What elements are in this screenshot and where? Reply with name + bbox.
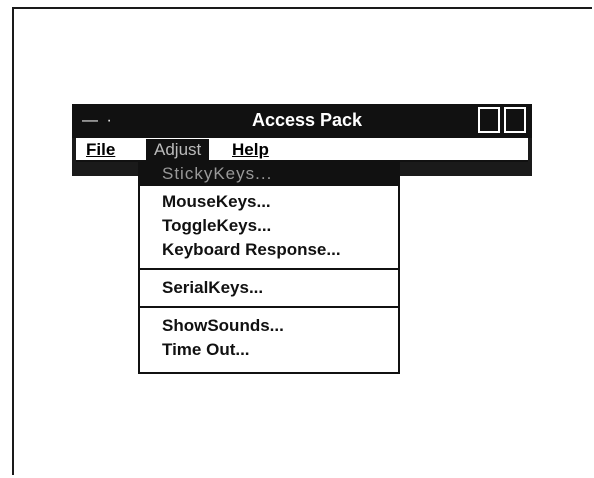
menu-item-stickykeys[interactable]: StickyKeys... [140,162,398,186]
menu-item-time-out[interactable]: Time Out... [140,338,398,362]
system-menu-icon[interactable]: — · [82,113,114,129]
menu-item-showsounds[interactable]: ShowSounds... [140,314,398,338]
menu-file[interactable]: File [86,139,115,161]
menu-item-keyboard-response[interactable]: Keyboard Response... [140,238,398,262]
menu-separator [140,306,398,308]
window-title: Access Pack [251,110,363,130]
menu-bar: File Adjust Help [76,138,528,162]
maximize-button[interactable] [504,107,526,133]
title-bar: — · Access Pack [72,104,532,138]
adjust-dropdown-menu: StickyKeys... MouseKeys... ToggleKeys...… [138,160,400,374]
menu-adjust[interactable]: Adjust [146,139,210,161]
menu-item-togglekeys[interactable]: ToggleKeys... [140,214,398,238]
menu-item-serialkeys[interactable]: SerialKeys... [140,276,398,300]
menu-separator [140,268,398,270]
menu-item-mousekeys[interactable]: MouseKeys... [140,190,398,214]
minimize-button[interactable] [478,107,500,133]
menu-help[interactable]: Help [232,139,269,161]
